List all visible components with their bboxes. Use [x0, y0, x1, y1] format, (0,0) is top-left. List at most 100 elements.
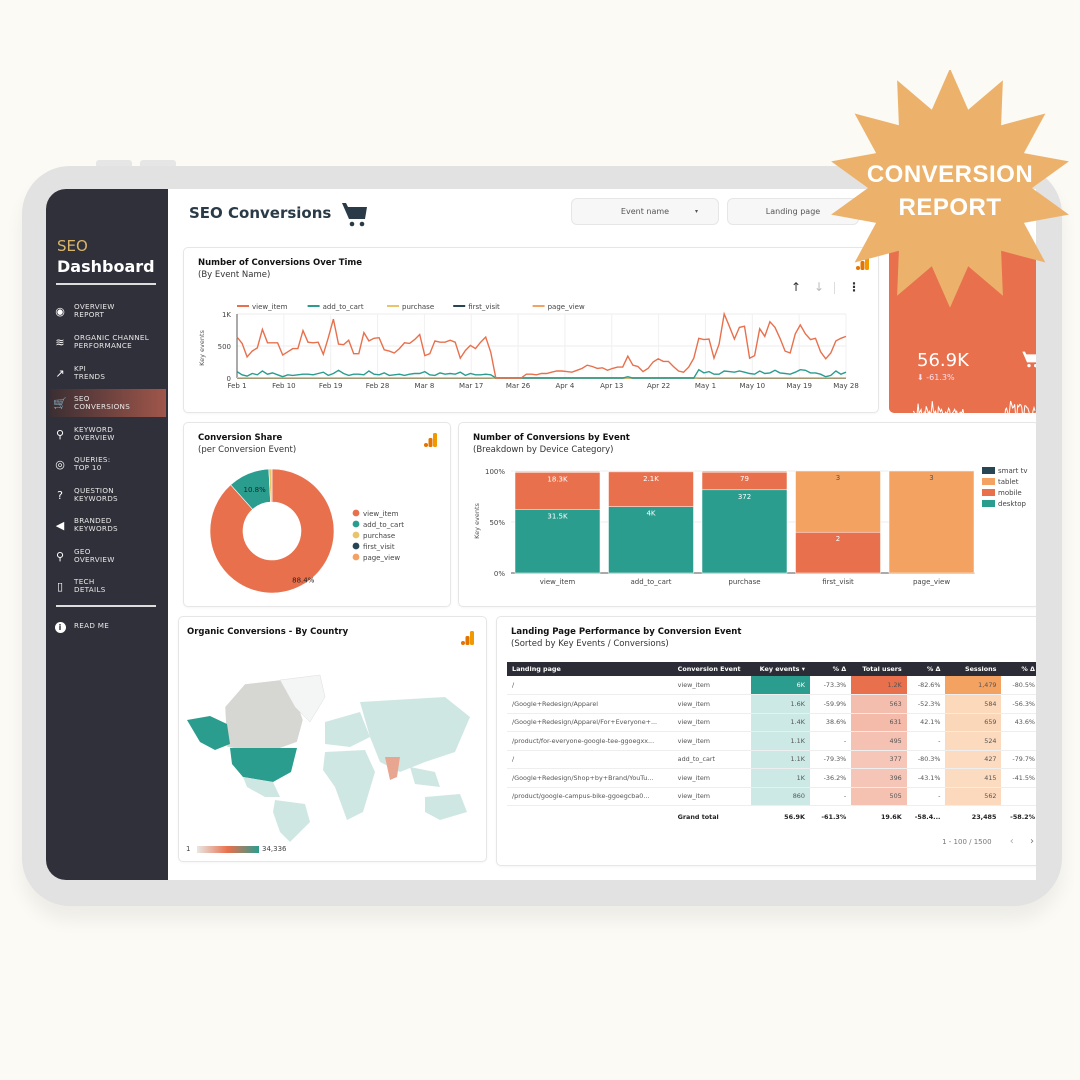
legend-label: first_visit [363, 543, 395, 551]
conversion-share-donut: 88.4% 10.8% view_item add_to_cart purchase fi… [209, 468, 404, 594]
divider [56, 605, 156, 607]
column-header[interactable]: Total users [851, 662, 907, 676]
sidebar-item-question-keywords[interactable]: ? QUESTION KEYWORDS [49, 481, 166, 509]
table-cell: /Google+Redesign/Apparel/For+Everyone+..… [507, 713, 673, 732]
sidebar-item-keyword-overview[interactable]: ⚲ KEYWORD OVERVIEW [49, 420, 166, 448]
map-region-alaska [187, 716, 230, 750]
legend-label: desktop [998, 500, 1026, 508]
filter-label: Landing page [765, 207, 821, 216]
table-cell: -52.3% [906, 694, 946, 714]
donut-data-label: 88.4% [292, 577, 315, 585]
eye-icon: ◉ [55, 304, 65, 318]
page-title: SEO Conversions [189, 204, 332, 222]
y-tick-label: 1K [222, 311, 231, 319]
table-cell: -73.3% [809, 676, 852, 695]
bar-data-label: 372 [738, 493, 751, 501]
legend-swatch-smart-tv [982, 467, 995, 474]
y-axis-label: Key events [473, 503, 481, 539]
x-tick-label: purchase [728, 578, 760, 586]
previous-page-button[interactable]: ‹ [1010, 836, 1014, 847]
sidebar-item-label: BRANDED KEYWORDS [74, 516, 118, 533]
table-total-cell [507, 806, 673, 828]
sidebar-item-label: KPI TRENDS [74, 364, 106, 381]
card-subtitle: (Breakdown by Device Category) [473, 445, 614, 455]
legend-label: tablet [998, 478, 1019, 486]
column-header[interactable]: % Δ [1001, 662, 1036, 676]
sidebar-item-label: QUERIES: TOP 10 [74, 455, 111, 472]
x-tick-label: May 1 [695, 382, 716, 390]
world-map[interactable] [185, 672, 481, 842]
table-cell: - [809, 731, 852, 751]
card-title: Number of Conversions Over Time [198, 258, 363, 268]
y-tick-label: 500 [218, 343, 231, 351]
sidebar-item-queries-top-10[interactable]: ◎ QUERIES: TOP 10 [49, 450, 166, 478]
sidebar-item-read-me[interactable]: i READ ME [49, 612, 166, 640]
sidebar-item-tech-details[interactable]: ▯ TECH DETAILS [49, 572, 166, 600]
map-region-southeast-asia [410, 767, 440, 787]
table-cell: 524 [945, 731, 1002, 751]
map-region-usa [230, 748, 297, 782]
table-cell: view_item [672, 713, 751, 732]
table-cell: view_item [672, 676, 751, 695]
sidebar-item-kpi-trends[interactable]: ↗ KPI TRENDS [49, 359, 166, 387]
filter-label: Event name [620, 207, 670, 216]
cart-icon: 🛒 [53, 396, 67, 410]
scale-min-label: 1 [186, 845, 191, 853]
badge-line-2: REPORT [898, 194, 1002, 221]
table-cell: /Google+Redesign/Apparel [507, 694, 673, 714]
table-total-cell: 56.9K [784, 812, 805, 821]
table-cell: add_to_cart [672, 750, 751, 769]
sidebar-item-geo-overview[interactable]: ⚲ GEO OVERVIEW [49, 542, 166, 570]
sidebar-item-branded-keywords[interactable]: ◀ BRANDED KEYWORDS [49, 511, 166, 539]
x-tick-label: May 28 [833, 382, 859, 390]
legend-label: view_item [252, 303, 288, 311]
table-cell: 415 [945, 768, 1002, 788]
table-cell: 1.2K [851, 676, 907, 695]
x-tick-label: May 19 [786, 382, 812, 390]
bar-segment-tablet [608, 470, 694, 473]
table-cell: -41.5% [1001, 768, 1036, 788]
trend-chart-icon: ↗ [55, 366, 65, 380]
card-title: Number of Conversions by Event [473, 433, 630, 443]
y-tick-label: 50% [489, 519, 505, 527]
column-header[interactable]: Key events ▾ [750, 662, 810, 676]
next-page-button[interactable]: › [1030, 836, 1034, 847]
x-tick-label: Mar 26 [506, 382, 531, 390]
table-cell: - [809, 787, 852, 806]
sidebar-item-overview-report[interactable]: ◉ OVERVIEW REPORT [49, 297, 166, 325]
donut-data-label: 10.8% [244, 486, 267, 494]
card-title: Organic Conversions - By Country [187, 627, 349, 637]
column-header[interactable]: Landing page [507, 662, 673, 676]
chevron-down-icon: ▾ [694, 208, 698, 215]
table-cell: 6K [750, 676, 810, 695]
table-cell: 563 [851, 694, 907, 714]
divider [56, 283, 156, 285]
column-header[interactable]: Sessions [945, 662, 1002, 676]
sidebar-item-label: OVERVIEW REPORT [74, 302, 115, 319]
bar-segment-desktop [701, 489, 788, 574]
sidebar-item-label: READ ME [74, 621, 110, 630]
map-region-africa [323, 750, 375, 820]
table-cell [1001, 787, 1036, 806]
table-cell: 1.1K [750, 731, 810, 751]
sort-ascending-button[interactable]: ↑ [791, 280, 801, 294]
location-pin-icon: ⚲ [55, 549, 65, 563]
column-header[interactable]: % Δ [809, 662, 852, 676]
x-tick-label: Apr 13 [600, 382, 623, 390]
table-cell [1001, 731, 1036, 751]
map-region-europe [325, 712, 370, 747]
bar-data-label: 79 [740, 475, 749, 483]
sidebar-item-organic-channel-performance[interactable]: ≋ ORGANIC CHANNEL PERFORMANCE [49, 328, 166, 356]
x-tick-label: Feb 10 [272, 382, 296, 390]
column-header[interactable]: % Δ [906, 662, 946, 676]
x-tick-label: add_to_cart [631, 578, 672, 586]
table-cell: view_item [672, 768, 751, 788]
table-cell: 659 [945, 713, 1002, 732]
table-cell: 1,479 [945, 676, 1002, 695]
sidebar-item-seo-conversions[interactable]: 🛒 SEO CONVERSIONS [49, 389, 166, 417]
table-row: /product/google-campus-bike-ggoegcba0...… [507, 787, 1036, 806]
table-row: /Google+Redesign/Apparel/For+Everyone+..… [507, 713, 1036, 732]
event-name-filter[interactable]: Event name ▾ [571, 198, 719, 225]
column-header[interactable]: Conversion Event [672, 662, 751, 676]
bar-data-label: 18.3K [547, 475, 568, 483]
